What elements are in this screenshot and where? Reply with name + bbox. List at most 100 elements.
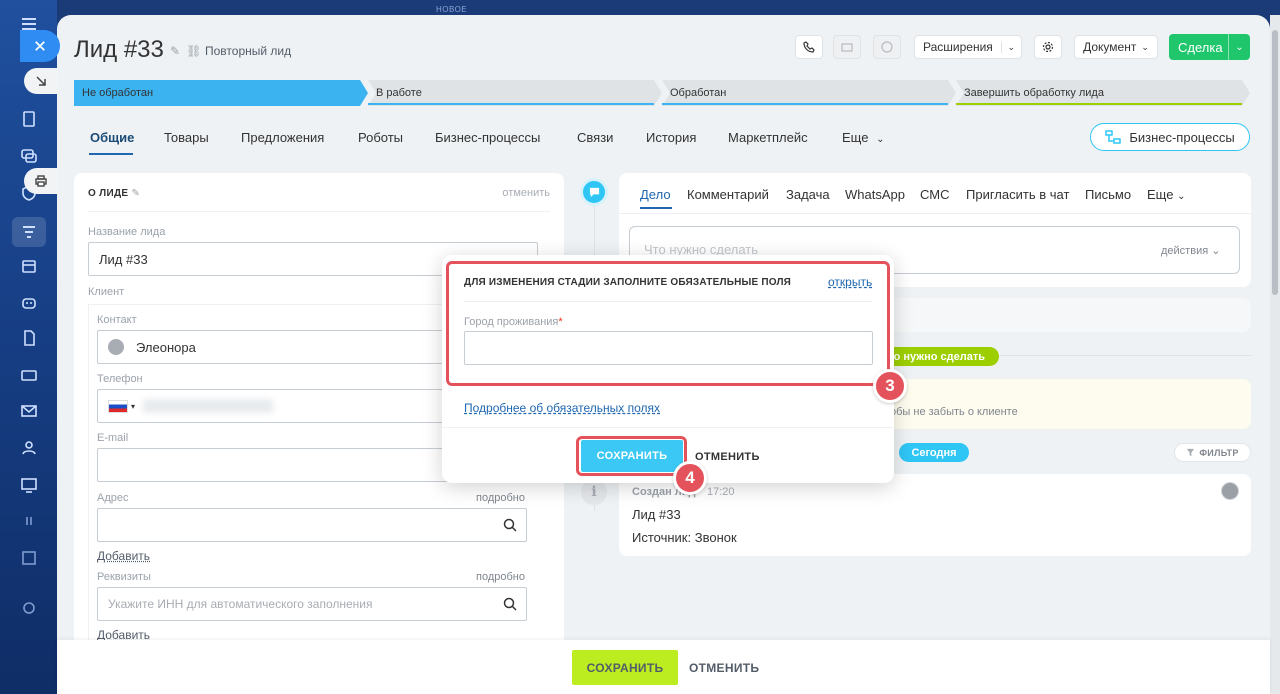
deal-label: Сделка <box>1178 39 1223 55</box>
actions-dropdown[interactable]: действия ⌄ <box>1161 244 1220 257</box>
save-button[interactable]: СОХРАНИТЬ <box>572 650 678 685</box>
filter-button[interactable]: ФИЛЬТР <box>1174 443 1251 462</box>
document-dropdown[interactable]: Документ ⌄ <box>1074 35 1158 59</box>
tab-general[interactable]: Общие <box>90 130 134 145</box>
create-deal-button[interactable]: Сделка ⌄ <box>1169 34 1250 60</box>
edit-pencil-icon[interactable]: ✎ <box>170 44 180 58</box>
file-icon[interactable] <box>18 327 40 349</box>
card-cancel-link[interactable]: отменить <box>502 187 550 199</box>
edit-pencil-icon[interactable]: ✎ <box>131 188 140 199</box>
avatar[interactable] <box>1221 482 1239 500</box>
document-icon[interactable] <box>18 108 40 130</box>
activity-tab-comment[interactable]: Комментарий <box>687 187 769 202</box>
tab-more[interactable]: Еще ⌄ <box>842 130 884 145</box>
client-label: Клиент <box>88 286 125 298</box>
activity-tab-invite[interactable]: Пригласить в чат <box>966 187 1069 202</box>
filter-label: ФИЛЬТР <box>1199 447 1239 458</box>
address-label: Адрес <box>97 492 129 504</box>
phone-label: Телефон <box>97 373 143 385</box>
chat-bubble-icon <box>589 187 599 197</box>
chevron-down-icon: ⌄ <box>1001 41 1015 53</box>
activity-tab-whatsapp[interactable]: WhatsApp <box>845 187 905 202</box>
grid-icon[interactable] <box>18 547 40 569</box>
link-icon[interactable]: ⛓ <box>186 44 201 58</box>
call-button[interactable] <box>795 35 823 59</box>
print-button[interactable] <box>24 168 58 194</box>
stage-finish[interactable]: Завершить обработку лида <box>956 80 1250 106</box>
tab-marketplace[interactable]: Маркетплейс <box>728 130 808 145</box>
chevron-down-icon[interactable]: ⌄ <box>1228 34 1250 60</box>
stage-not-processed[interactable]: Не обработан <box>74 80 368 106</box>
pause-icon[interactable] <box>18 510 40 532</box>
close-icon <box>35 41 45 51</box>
requisites-input[interactable]: Укажите ИНН для автоматического заполнен… <box>97 587 527 621</box>
card-heading: О ЛИДЕ ✎ <box>88 188 141 199</box>
robot-icon[interactable] <box>18 291 40 313</box>
stage-in-work[interactable]: В работе <box>368 80 662 106</box>
business-processes-button[interactable]: Бизнес-процессы <box>1090 123 1250 151</box>
activity-tab-letter[interactable]: Письмо <box>1085 187 1131 202</box>
document-label: Документ <box>1083 40 1137 54</box>
popup-cancel-button[interactable]: ОТМЕНИТЬ <box>695 451 760 463</box>
tab-robots[interactable]: Роботы <box>358 130 403 145</box>
search-icon[interactable] <box>503 518 517 532</box>
chevron-down-icon: ▾ <box>131 401 136 411</box>
settings-button[interactable] <box>1034 35 1062 59</box>
repeat-lead-label: Повторный лид <box>205 44 292 58</box>
today-pill: Сегодня <box>899 443 969 462</box>
printer-icon <box>35 175 47 187</box>
required-fields-info-link[interactable]: Подробнее об обязательных полях <box>464 401 660 415</box>
reminder-text: обы не забыть о клиенте <box>890 406 1018 418</box>
russia-flag-icon[interactable] <box>108 399 128 413</box>
cancel-button[interactable]: ОТМЕНИТЬ <box>689 661 759 675</box>
chat-button[interactable] <box>873 35 901 59</box>
tab-history[interactable]: История <box>646 130 696 145</box>
activity-tab-more[interactable]: Еще ⌄ <box>1147 187 1185 202</box>
arrow-down-right-icon <box>36 76 46 86</box>
stage-processed[interactable]: Обработан <box>662 80 956 106</box>
tab-underline <box>89 153 133 155</box>
email-button[interactable] <box>833 35 861 59</box>
activity-tab-deal[interactable]: Дело <box>640 187 671 202</box>
user-avatar-icon <box>108 339 124 355</box>
filter-icon[interactable] <box>12 217 46 247</box>
bp-label: Бизнес-процессы <box>1129 129 1235 145</box>
chevron-down-icon: ⌄ <box>1211 245 1221 257</box>
extensions-label: Расширения <box>923 40 993 54</box>
add-address-link[interactable]: Добавить <box>97 549 150 563</box>
address-more-link[interactable]: подробно <box>476 492 525 504</box>
event-time: 17:20 <box>707 486 735 498</box>
contact-label: Контакт <box>97 314 137 326</box>
step-badge: 3 <box>873 369 907 403</box>
users-icon[interactable] <box>18 437 40 459</box>
stage-label: Не обработан <box>82 87 154 99</box>
actions-label: действия <box>1161 245 1209 257</box>
search-icon[interactable] <box>503 597 517 611</box>
extensions-dropdown[interactable]: Расширения ⌄ <box>914 35 1022 59</box>
minimize-button[interactable] <box>24 68 58 94</box>
step-badge: 4 <box>673 461 707 495</box>
card-icon[interactable] <box>18 364 40 386</box>
monitor-icon[interactable] <box>18 474 40 496</box>
chat-icon[interactable] <box>18 145 40 167</box>
tab-products[interactable]: Товары <box>164 130 209 145</box>
close-slider-button[interactable] <box>20 30 60 62</box>
requisites-label: Реквизиты <box>97 571 151 583</box>
stage-label: Завершить обработку лида <box>964 87 1104 99</box>
settings-icon[interactable] <box>18 597 40 619</box>
address-input[interactable] <box>97 508 527 542</box>
mail-icon[interactable] <box>18 400 40 422</box>
calendar-icon[interactable] <box>18 255 40 277</box>
tab-offers[interactable]: Предложения <box>241 130 324 145</box>
activity-tab-sms[interactable]: СМС <box>920 187 949 202</box>
tab-business-processes[interactable]: Бизнес-процессы <box>435 130 540 145</box>
flow-icon <box>1105 130 1122 144</box>
activity-icon <box>580 178 608 206</box>
event-line: Источник: Звонок <box>632 530 737 545</box>
chevron-down-icon: ⌄ <box>1141 41 1149 52</box>
requisites-more-link[interactable]: подробно <box>476 571 525 583</box>
scrollbar[interactable] <box>1270 15 1280 694</box>
highlight-frame <box>446 261 890 386</box>
activity-tab-task[interactable]: Задача <box>786 187 830 202</box>
tab-links[interactable]: Связи <box>577 130 613 145</box>
